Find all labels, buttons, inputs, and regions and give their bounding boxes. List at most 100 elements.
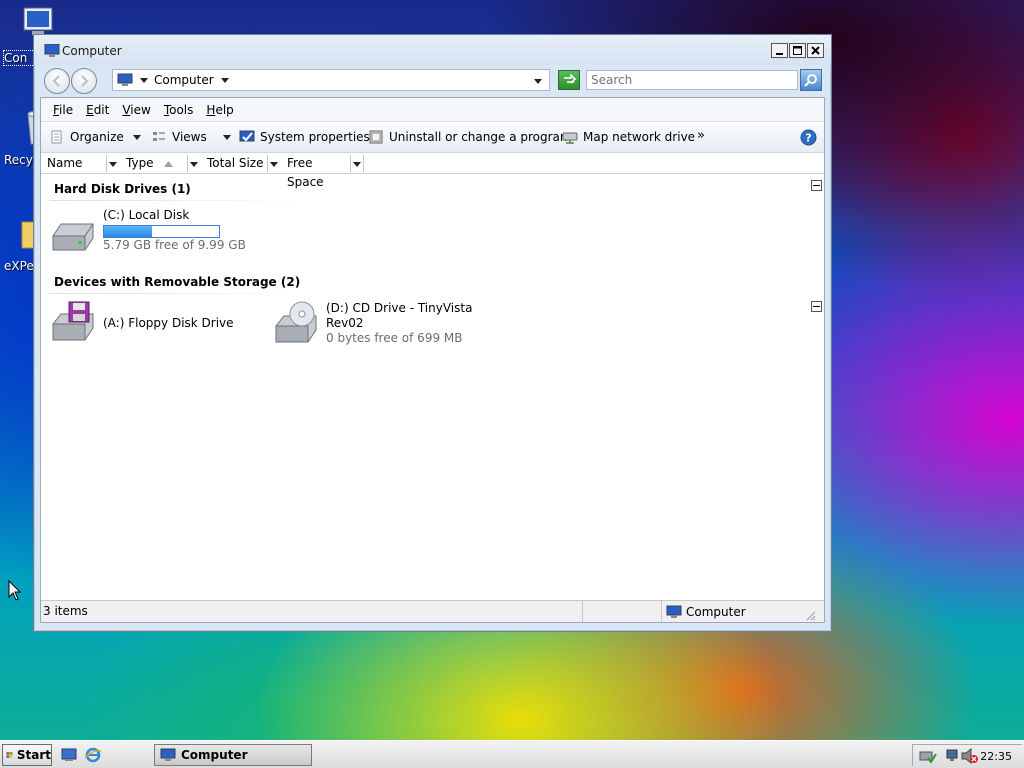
menu-view[interactable]: View — [122, 103, 150, 117]
content-pane: File Edit View Tools Help Organize Views… — [40, 97, 825, 623]
start-label: Start — [16, 748, 51, 762]
column-header-free-space[interactable]: Free Space — [281, 154, 349, 189]
menu-edit[interactable]: Edit — [86, 103, 109, 117]
command-bar: Organize Views System properties Uninsta… — [41, 123, 824, 153]
column-filter-dropdown[interactable] — [106, 155, 119, 172]
back-button[interactable] — [44, 68, 70, 94]
drive-free-space: 5.79 GB free of 9.99 GB — [103, 238, 246, 252]
status-location-label: Computer — [686, 604, 746, 619]
column-header-type[interactable]: Type — [120, 154, 184, 173]
menu-file[interactable]: File — [53, 103, 73, 117]
refresh-button[interactable] — [558, 70, 580, 90]
programs-icon — [369, 130, 383, 144]
sort-ascending-icon — [164, 161, 173, 167]
status-location: Computer — [666, 601, 816, 622]
address-location[interactable]: Computer — [154, 73, 214, 87]
hard-disk-icon — [52, 223, 94, 251]
column-header-total-size[interactable]: Total Size — [201, 154, 264, 173]
drive-name-line2: Rev02 — [326, 316, 364, 330]
title-bar[interactable]: Computer — [34, 35, 831, 65]
close-button[interactable] — [807, 43, 824, 58]
column-header-name[interactable]: Name — [41, 154, 103, 173]
capacity-bar — [103, 225, 220, 238]
show-desktop-icon[interactable] — [61, 747, 77, 763]
minus-icon — [813, 185, 820, 186]
windows-logo-icon — [6, 751, 13, 759]
safely-remove-hardware-icon[interactable] — [919, 748, 937, 764]
menu-help[interactable]: Help — [206, 103, 233, 117]
column-filter-dropdown[interactable] — [267, 155, 280, 172]
network-icon[interactable] — [946, 748, 962, 764]
internet-explorer-icon[interactable] — [85, 747, 101, 763]
status-bar: 3 items Computer — [41, 600, 824, 622]
chevron-down-icon — [222, 134, 231, 140]
map-network-drive-label: Map network drive — [583, 130, 696, 144]
taskbar: Start Computer 22:35 — [0, 740, 1024, 768]
search-input[interactable] — [586, 70, 798, 90]
start-button[interactable]: Start — [2, 744, 52, 766]
floppy-drive-icon — [52, 301, 94, 341]
status-item-count: 3 items — [43, 604, 88, 618]
address-bar: Computer — [40, 66, 823, 96]
group-header-removable[interactable]: Devices with Removable Storage (2) — [54, 275, 300, 289]
group-header-hard-disks[interactable]: Hard Disk Drives (1) — [54, 182, 191, 196]
column-filter-dropdown[interactable] — [187, 155, 200, 172]
resize-grip-icon[interactable] — [804, 609, 816, 621]
status-pane — [584, 601, 662, 622]
drive-name: (A:) Floppy Disk Drive — [103, 316, 234, 330]
column-label: Name — [47, 156, 83, 170]
help-button[interactable]: ? — [800, 129, 817, 146]
system-tray: 22:35 — [912, 744, 1022, 766]
computer-icon — [117, 73, 133, 86]
search-icon — [804, 74, 817, 87]
clock[interactable]: 22:35 — [980, 750, 1012, 763]
drive-item-c[interactable]: (C:) Local Disk 5.79 GB free of 9.99 GB — [47, 208, 246, 258]
taskbar-button-label: Computer — [181, 748, 248, 762]
chevron-down-icon — [270, 161, 278, 167]
uninstall-program-button[interactable]: Uninstall or change a program — [368, 129, 572, 145]
organize-button[interactable]: Organize — [49, 129, 142, 145]
column-label: Total Size — [207, 156, 264, 170]
maximize-button[interactable] — [789, 43, 806, 58]
drive-item-d[interactable]: (D:) CD Drive - TinyVista Rev02 0 bytes … — [270, 298, 473, 348]
views-label: Views — [172, 130, 207, 144]
organize-icon — [51, 130, 62, 144]
minimize-button[interactable] — [771, 43, 788, 58]
drive-free-space: 0 bytes free of 699 MB — [326, 331, 463, 345]
chevron-down-icon[interactable] — [220, 75, 230, 85]
chevron-down-icon — [190, 161, 198, 167]
more-commands-label: » — [697, 128, 705, 143]
address-field[interactable]: Computer — [112, 69, 550, 91]
drive-item-a[interactable]: (A:) Floppy Disk Drive — [47, 298, 257, 348]
collapse-group-button[interactable] — [811, 301, 822, 312]
svg-text:?: ? — [805, 132, 811, 145]
chevron-down-icon[interactable] — [139, 75, 149, 85]
more-commands-button[interactable]: » — [697, 128, 705, 143]
forward-arrow-icon — [81, 75, 89, 87]
collapse-group-button[interactable] — [811, 180, 822, 191]
computer-icon — [666, 605, 682, 618]
address-history-chevron-icon[interactable] — [533, 76, 543, 86]
back-arrow-icon — [52, 75, 60, 87]
capacity-bar-fill — [104, 226, 153, 237]
window-title: Computer — [62, 44, 122, 58]
system-properties-button[interactable]: System properties — [239, 129, 370, 145]
chevron-down-icon — [353, 161, 361, 167]
chevron-down-icon — [109, 161, 117, 167]
network-drive-icon — [562, 132, 578, 144]
views-icon — [153, 132, 165, 141]
search-button[interactable] — [800, 69, 822, 91]
help-icon: ? — [800, 129, 817, 146]
column-label: Type — [126, 156, 154, 170]
views-button[interactable]: Views — [151, 129, 232, 145]
menu-tools[interactable]: Tools — [164, 103, 194, 117]
forward-button[interactable] — [71, 68, 97, 94]
chevron-down-icon — [132, 134, 141, 140]
volume-muted-icon[interactable] — [961, 748, 979, 764]
map-network-drive-button[interactable]: Map network drive — [562, 129, 695, 145]
taskbar-button-computer[interactable]: Computer — [154, 744, 312, 766]
drive-name-line1: (D:) CD Drive - TinyVista — [326, 301, 473, 315]
uninstall-program-label: Uninstall or change a program — [389, 130, 572, 144]
column-filter-dropdown[interactable] — [350, 155, 364, 172]
column-label: Free Space — [287, 156, 324, 189]
